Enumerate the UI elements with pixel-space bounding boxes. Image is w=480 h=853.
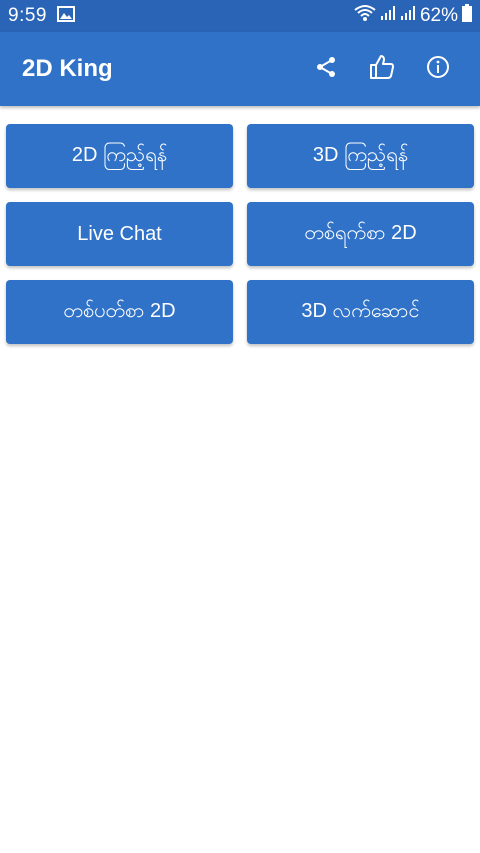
info-icon [426,55,450,84]
app-actions [298,41,466,97]
app-title: 2D King [22,55,113,82]
wifi-icon [354,4,376,28]
3d-gift-button[interactable]: 3D လက်ဆောင် [247,280,474,344]
app-bar: 2D King [0,32,480,106]
view-3d-button[interactable]: 3D ကြည့်ရန် [247,124,474,188]
battery-percent: 62% [419,5,458,26]
status-bar: 9:59 62% [0,0,480,32]
like-button[interactable] [354,41,410,97]
share-button[interactable] [298,41,354,97]
battery-icon [462,4,472,28]
weekly-2d-button[interactable]: တစ်ပတ်စာ 2D [6,280,233,344]
view-2d-button[interactable]: 2D ကြည့်ရန် [6,124,233,188]
info-button[interactable] [410,41,466,97]
status-right: 62% [354,4,472,28]
signal-icon [380,5,396,27]
image-icon [56,5,75,27]
status-left: 9:59 [8,5,75,27]
thumbs-up-icon [369,54,395,85]
daily-2d-button[interactable]: တစ်ရက်စာ 2D [247,202,474,266]
status-time: 9:59 [8,5,47,26]
menu-grid: 2D ကြည့်ရန် 3D ကြည့်ရန် Live Chat တစ်ရက်… [6,124,474,344]
signal-icon [400,5,416,27]
live-chat-button[interactable]: Live Chat [6,202,233,266]
share-icon [314,55,338,84]
